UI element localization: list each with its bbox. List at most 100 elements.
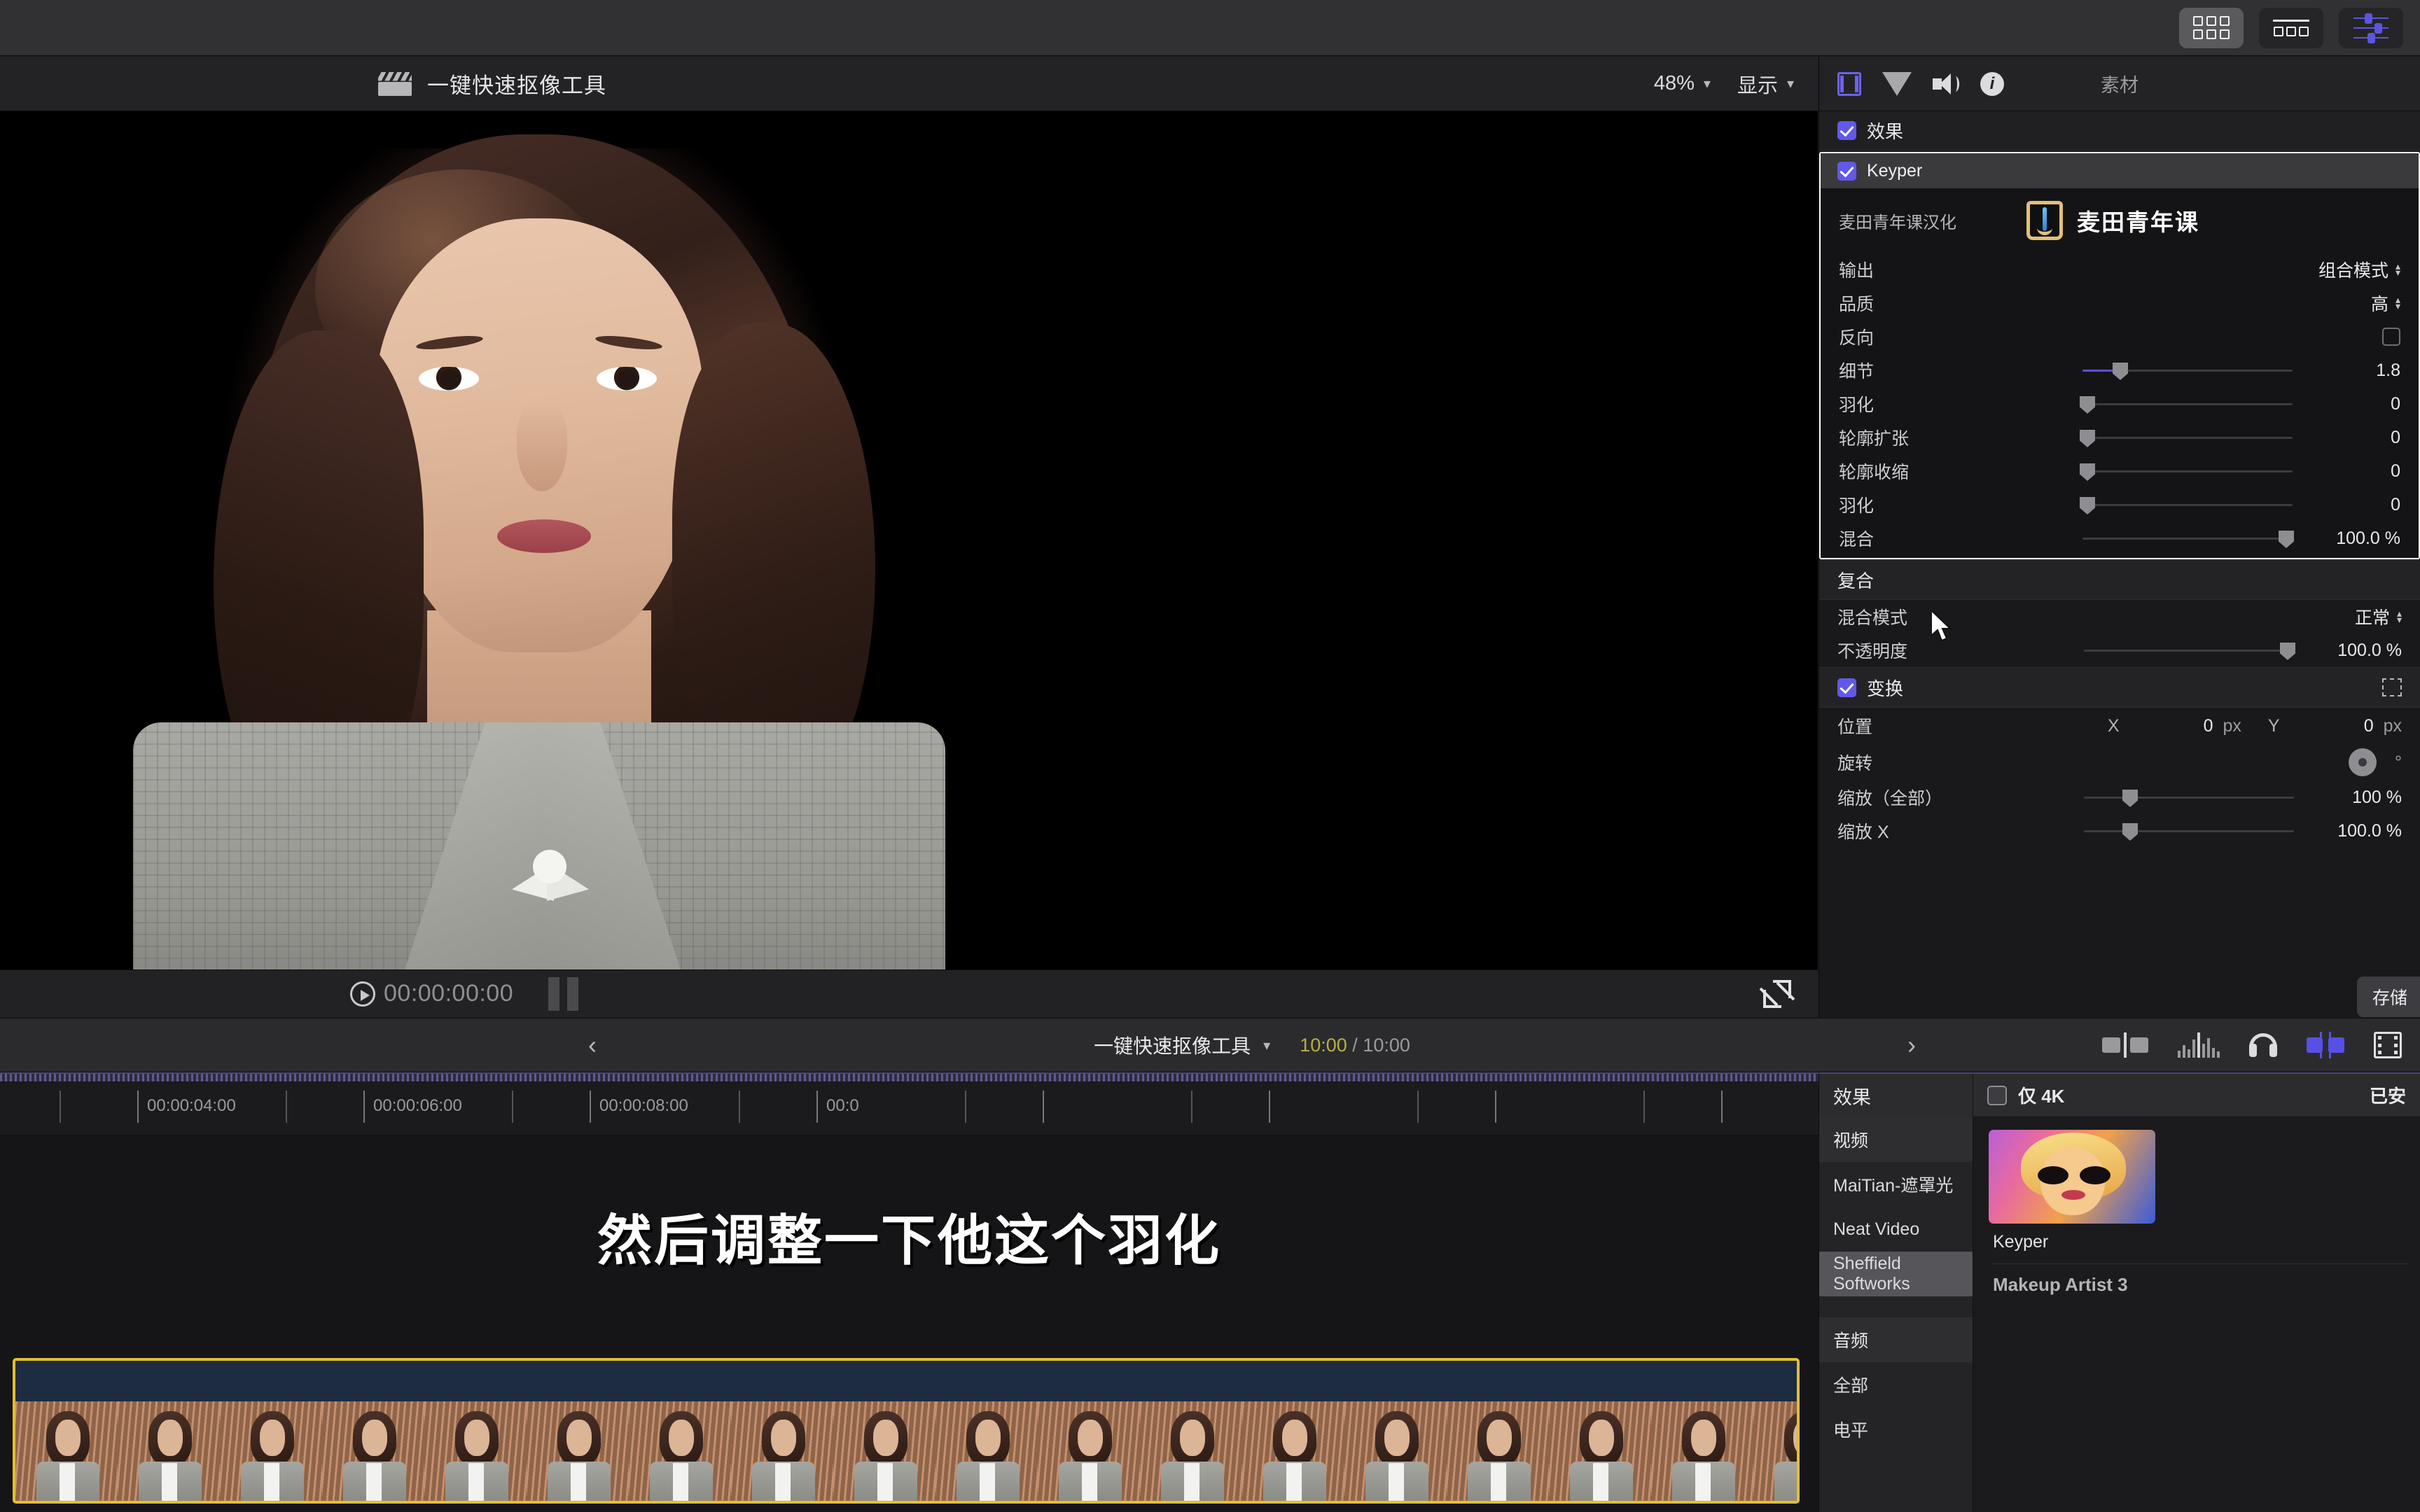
brand-logo-group: 麦田青年课 bbox=[2026, 201, 2199, 240]
display-dropdown[interactable]: 显示 ▾ bbox=[1737, 69, 1794, 99]
browser-title: 效果 bbox=[1819, 1074, 1973, 1117]
chevron-right-icon[interactable]: › bbox=[1893, 1030, 1930, 1060]
clip-skimming-icon[interactable] bbox=[2102, 1032, 2148, 1058]
chevron-down-icon[interactable]: ▾ bbox=[1263, 1037, 1270, 1054]
chevron-left-icon[interactable]: ‹ bbox=[574, 1030, 611, 1060]
ruler-mark: 00:00:08:00 bbox=[599, 1096, 688, 1115]
param-label-edge-shrink: 轮廓收缩 bbox=[1839, 463, 1910, 482]
mix-slider[interactable] bbox=[2082, 531, 2294, 548]
expand-arrows-icon[interactable] bbox=[1762, 979, 1793, 1009]
ruler-mark: 00:00:06:00 bbox=[373, 1096, 462, 1115]
browser-effect-item[interactable] bbox=[2134, 1304, 2265, 1387]
installed-label: 已安 bbox=[2369, 1086, 2406, 1107]
browser-category-video[interactable]: 视频 bbox=[1819, 1117, 1973, 1162]
clip-filmstrip bbox=[15, 1401, 1797, 1501]
brand-row: 麦田青年课汉化 麦田青年课 bbox=[1821, 188, 2419, 253]
output-popup[interactable]: 组合模式 ▴ ▾ bbox=[2318, 257, 2400, 282]
scale-all-slider[interactable] bbox=[2084, 790, 2294, 807]
blend-mode-value: 正常 bbox=[2354, 608, 2390, 628]
param-row-rotation: 旋转 0 ° bbox=[1819, 744, 2420, 780]
browser-category-levels[interactable]: 电平 bbox=[1819, 1407, 1973, 1452]
transform-section-title: 变换 bbox=[1819, 667, 2420, 708]
browser-effect-item[interactable] bbox=[1989, 1304, 2119, 1387]
browser-category-maitian[interactable]: MaiTian-遮罩光 bbox=[1819, 1162, 1973, 1207]
scale-x-slider[interactable] bbox=[2084, 823, 2294, 841]
param-row-scale-x: 缩放 X 100.0 % bbox=[1819, 814, 2420, 848]
detail-slider[interactable] bbox=[2082, 363, 2293, 380]
viewer-canvas[interactable]: 00:00:00:00 bbox=[0, 111, 1818, 1017]
dashed-box-icon[interactable] bbox=[2382, 678, 2402, 696]
position-y-value[interactable]: 0 bbox=[2290, 716, 2374, 736]
timeline-project-name[interactable]: 一键快速抠像工具 bbox=[1094, 1031, 1251, 1059]
feather-2-slider[interactable] bbox=[2080, 497, 2293, 514]
browser-category-all[interactable]: 全部 bbox=[1819, 1362, 1973, 1407]
inspector-panel: i 素材 效果 Keyper 麦田青年课汉化 麦田青年课 输出 组合模式 ▴ ▾… bbox=[1819, 57, 2420, 1017]
save-button[interactable]: 存储 bbox=[2356, 976, 2420, 1017]
timeline-ruler[interactable]: 00:00:04:00 00:00:06:00 00:00:08:00 00:0 bbox=[0, 1072, 1819, 1134]
solo-headphone-icon[interactable] bbox=[2249, 1033, 2277, 1057]
viewer-transport-bar: 00:00:00:00 bbox=[0, 969, 1818, 1017]
param-row-position: 位置 X 0 px Y 0 px bbox=[1819, 708, 2420, 744]
blend-mode-popup[interactable]: 正常 ▴ ▾ bbox=[2355, 604, 2402, 629]
timeline-panel[interactable]: 00:00:04:00 00:00:06:00 00:00:08:00 00:0… bbox=[0, 1072, 1819, 1512]
param-row-invert: 反向 bbox=[1821, 320, 2419, 354]
param-row-scale-all: 缩放（全部） 100 % bbox=[1819, 780, 2420, 814]
snapping-icon[interactable] bbox=[2307, 1032, 2344, 1058]
browser-effect-item[interactable]: Keyper bbox=[1989, 1130, 2157, 1252]
param-label-mix: 混合 bbox=[1839, 530, 1875, 550]
param-row-opacity: 不透明度 100.0 % bbox=[1819, 634, 2420, 667]
opacity-value: 100.0 % bbox=[2337, 640, 2402, 660]
invert-checkbox[interactable] bbox=[2382, 328, 2400, 346]
subtitle-text: 然后调整一下他这个羽化 bbox=[597, 1210, 1221, 1271]
invert-value-wrap bbox=[2382, 328, 2400, 346]
browser-filter-bar: 仅 4K 已安 bbox=[1973, 1074, 2420, 1117]
effects-enable-checkbox[interactable] bbox=[1837, 121, 1856, 140]
list-view-button[interactable] bbox=[2259, 7, 2323, 48]
edge-shrink-slider[interactable] bbox=[2080, 463, 2293, 481]
timeline-canvas[interactable]: 然后调整一下他这个羽化 bbox=[0, 1134, 1819, 1512]
timeline-scroll-strip[interactable] bbox=[0, 1072, 1819, 1082]
app-window: 一键快速抠像工具 48% ▾ 显示 ▾ 00:00:00:00 i 素材 效果 … bbox=[0, 0, 2420, 1512]
keyper-enable-checkbox[interactable] bbox=[1837, 161, 1856, 181]
param-row-quality: 品质 高 ▴ ▾ bbox=[1821, 286, 2419, 320]
timeline-clip[interactable] bbox=[13, 1358, 1800, 1504]
opacity-slider[interactable] bbox=[2084, 643, 2295, 660]
sliders-icon bbox=[2353, 13, 2388, 43]
param-label-detail: 细节 bbox=[1839, 362, 1875, 382]
zoom-level-dropdown[interactable]: 48% ▾ bbox=[1654, 72, 1711, 95]
param-label-opacity: 不透明度 bbox=[1837, 642, 1908, 662]
filmstrip-appearance-icon[interactable] bbox=[2374, 1032, 2402, 1058]
position-fields[interactable]: X 0 px Y 0 px bbox=[2108, 716, 2402, 736]
quality-popup[interactable]: 高 ▴ ▾ bbox=[2371, 290, 2400, 316]
position-x-value[interactable]: 0 bbox=[2129, 716, 2213, 736]
browser-content: 仅 4K 已安 Keyper Makeup Artist 3 bbox=[1973, 1074, 2420, 1512]
only-4k-checkbox[interactable] bbox=[1987, 1085, 2007, 1105]
grid-view-button[interactable] bbox=[2179, 7, 2244, 48]
effects-browser: 效果 视频 MaiTian-遮罩光 Neat Video Sheffield S… bbox=[1819, 1072, 2420, 1512]
feather-1-slider[interactable] bbox=[2080, 396, 2293, 414]
rotation-dial-icon[interactable] bbox=[2349, 748, 2377, 776]
rotation-unit: ° bbox=[2395, 752, 2402, 772]
browser-category-neat-video[interactable]: Neat Video bbox=[1819, 1207, 1973, 1252]
popup-arrows-icon: ▴ ▾ bbox=[2395, 294, 2400, 312]
timeline-time-separator: / bbox=[1352, 1034, 1358, 1056]
adjustments-button[interactable] bbox=[2339, 7, 2403, 48]
audio-waveform-icon[interactable] bbox=[2178, 1032, 2220, 1058]
position-y-axis: Y bbox=[2267, 715, 2280, 736]
feather-2-value: 0 bbox=[2391, 494, 2400, 514]
browser-category-sheffield-softworks[interactable]: Sheffield Softworks bbox=[1819, 1252, 1973, 1296]
edge-grow-slider[interactable] bbox=[2080, 430, 2293, 447]
scale-x-value: 100.0 % bbox=[2337, 820, 2402, 841]
timecode-group[interactable]: 00:00:00:00 bbox=[350, 980, 513, 1007]
edge-grow-value: 0 bbox=[2391, 427, 2400, 447]
pause-icon bbox=[548, 976, 579, 1011]
param-row-blend-mode: 混合模式 正常 ▴ ▾ bbox=[1819, 600, 2420, 634]
feather-1-value: 0 bbox=[2391, 393, 2400, 414]
keyper-thumbnail[interactable] bbox=[1989, 1130, 2155, 1224]
browser-category-audio[interactable]: 音频 bbox=[1819, 1317, 1973, 1362]
keyper-effect-block: Keyper 麦田青年课汉化 麦田青年课 输出 组合模式 ▴ ▾ 品质 高 ▴ … bbox=[1819, 152, 2420, 559]
timeline-current-time: 10:00 bbox=[1300, 1034, 1347, 1056]
transform-enable-checkbox[interactable] bbox=[1837, 678, 1856, 697]
browser-sidebar-gap bbox=[1819, 1296, 1973, 1317]
loop-play-icon[interactable] bbox=[350, 981, 375, 1007]
